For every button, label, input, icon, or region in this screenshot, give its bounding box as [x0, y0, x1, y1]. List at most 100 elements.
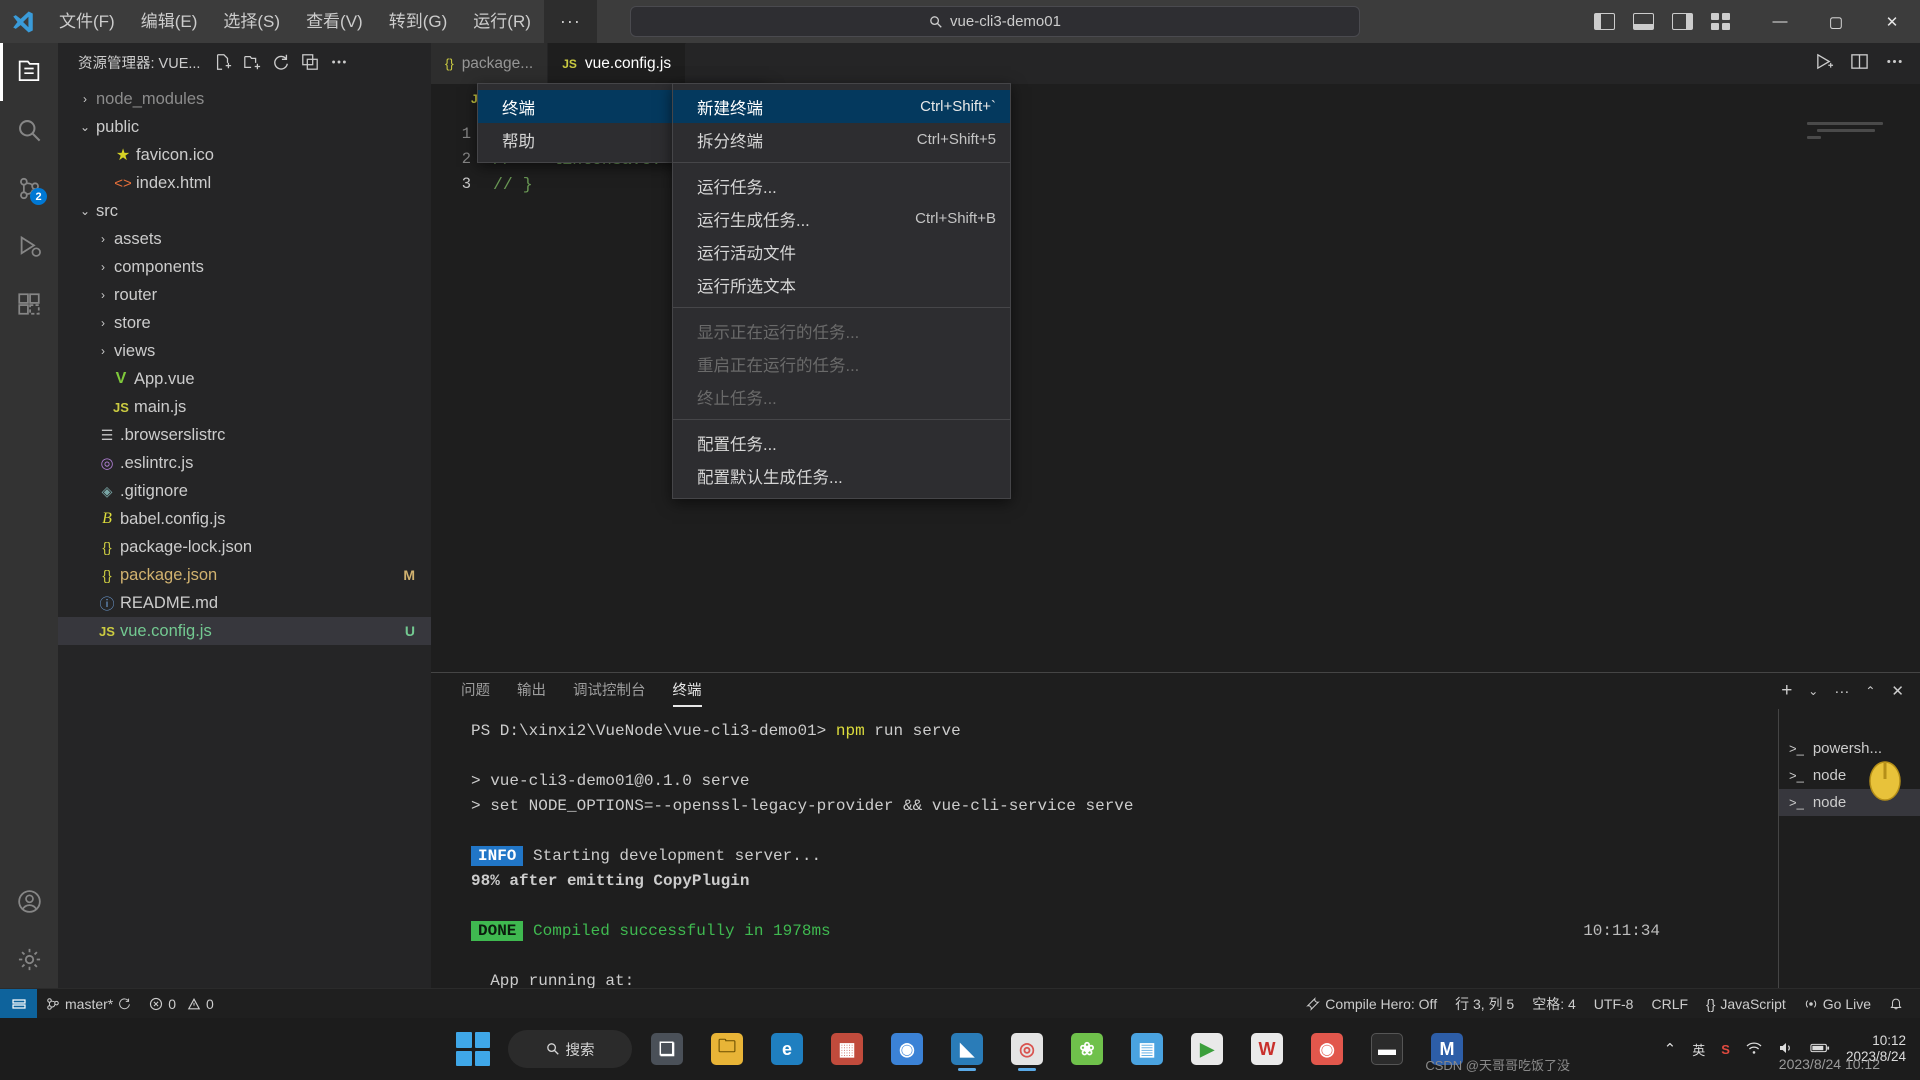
menu-run[interactable]: 运行(R) — [460, 0, 544, 43]
menu-more[interactable]: ··· — [543, 0, 597, 43]
chevron-down-icon[interactable]: ⌄ — [1808, 684, 1818, 698]
taskbar-app-wps[interactable]: W — [1242, 1025, 1292, 1073]
panel-tabs[interactable]: 问题 输出 调试控制台 终端 + ⌄ ··· ⌃ ✕ — [431, 673, 1920, 709]
activity-explorer-icon[interactable] — [0, 43, 58, 101]
chevron-right-icon[interactable]: › — [92, 288, 114, 302]
tree-item-app-vue[interactable]: V App.vue — [58, 365, 431, 393]
windows-start-icon[interactable] — [448, 1025, 498, 1073]
taskbar-center[interactable]: 搜索 ❏ 🗀 e ▦ ◉ ◣ ◎ ❀ ▤ ▶ W ◉ ▬ M — [0, 1025, 1920, 1073]
toggle-secondary-sidebar-icon[interactable] — [1672, 13, 1693, 30]
tree-item-main-js[interactable]: JS main.js — [58, 393, 431, 421]
tree-item-package-lock[interactable]: {} package-lock.json — [58, 533, 431, 561]
new-file-icon[interactable] — [210, 49, 236, 75]
taskbar-app-terminal[interactable]: ▬ — [1362, 1025, 1412, 1073]
taskbar-app-chrome-beta[interactable]: ◉ — [882, 1025, 932, 1073]
status-go-live[interactable]: Go Live — [1795, 989, 1880, 1019]
new-folder-icon[interactable] — [239, 49, 265, 75]
ime-icon[interactable]: 英 — [1692, 1040, 1705, 1059]
tree-item-public[interactable]: ⌄ public — [58, 113, 431, 141]
tab-package-json[interactable]: {} package... — [431, 43, 549, 84]
tree-item-components[interactable]: › components — [58, 253, 431, 281]
app-tray-icon[interactable]: S — [1721, 1042, 1730, 1057]
tree-item-gitignore[interactable]: ◈ .gitignore — [58, 477, 431, 505]
battery-icon[interactable] — [1810, 1042, 1830, 1057]
tree-item-assets[interactable]: › assets — [58, 225, 431, 253]
tree-item-vue-config[interactable]: JS vue.config.js U — [58, 617, 431, 645]
tree-item-index-html[interactable]: <> index.html — [58, 169, 431, 197]
chevron-right-icon[interactable]: › — [92, 316, 114, 330]
volume-icon[interactable] — [1778, 1041, 1794, 1058]
file-tree[interactable]: › node_modules ⌄ public ★ favicon.ico <>… — [58, 81, 431, 988]
menu-file[interactable]: 文件(F) — [46, 0, 128, 43]
more-actions-icon[interactable] — [1885, 52, 1904, 76]
tree-item-node_modules[interactable]: › node_modules — [58, 85, 431, 113]
taskbar-app-store[interactable]: ▦ — [822, 1025, 872, 1073]
status-cursor-position[interactable]: 行 3, 列 5 — [1446, 989, 1523, 1019]
terminal-tabs-list[interactable]: >_ powersh... >_ node >_ node — [1778, 709, 1920, 988]
menu-goto[interactable]: 转到(G) — [376, 0, 461, 43]
chevron-down-icon[interactable]: ⌄ — [74, 204, 96, 218]
add-terminal-icon[interactable]: + — [1781, 680, 1792, 702]
collapse-all-icon[interactable] — [297, 49, 323, 75]
network-icon[interactable] — [1746, 1041, 1762, 1058]
tree-item-browserslistrc[interactable]: ☰ .browserslistrc — [58, 421, 431, 449]
menu-item-run-active-file[interactable]: 运行活动文件 — [673, 235, 1010, 268]
command-center-search[interactable]: vue-cli3-demo01 — [630, 6, 1360, 37]
refresh-icon[interactable] — [268, 49, 294, 75]
taskbar-app-vscode[interactable]: ◣ — [942, 1025, 992, 1073]
terminal-submenu-popup[interactable]: 新建终端 Ctrl+Shift+` 拆分终端 Ctrl+Shift+5 运行任务… — [672, 83, 1011, 499]
status-encoding[interactable]: UTF-8 — [1585, 989, 1643, 1019]
tree-item-package-json[interactable]: {} package.json M — [58, 561, 431, 589]
split-editor-icon[interactable] — [1850, 52, 1869, 76]
chevron-down-icon[interactable]: ⌄ — [74, 120, 96, 134]
menu-edit[interactable]: 编辑(E) — [128, 0, 211, 43]
tree-item-src[interactable]: ⌄ src — [58, 197, 431, 225]
menu-item-run-build-task[interactable]: 运行生成任务... Ctrl+Shift+B — [673, 202, 1010, 235]
tab-problems[interactable]: 问题 — [461, 679, 490, 704]
account-icon[interactable] — [0, 872, 58, 930]
layout-toggles[interactable] — [1594, 13, 1730, 30]
taskbar-app-orange[interactable]: ◉ — [1302, 1025, 1352, 1073]
status-language-mode[interactable]: {} JavaScript — [1697, 989, 1795, 1019]
tab-vue-config-js[interactable]: JS vue.config.js — [548, 43, 687, 84]
toggle-panel-icon[interactable] — [1633, 13, 1654, 30]
activity-run-debug-icon[interactable] — [0, 217, 58, 275]
customize-layout-icon[interactable] — [1711, 13, 1730, 30]
panel-actions[interactable]: + ⌄ ··· ⌃ ✕ — [1781, 680, 1920, 702]
explorer-actions[interactable] — [210, 49, 352, 75]
taskbar-app-wechat-dev[interactable]: ❀ — [1062, 1025, 1112, 1073]
taskbar-app-edge[interactable]: e — [762, 1025, 812, 1073]
window-maximize-button[interactable]: ▢ — [1808, 0, 1864, 43]
tree-item-eslintrc[interactable]: ◎ .eslintrc.js — [58, 449, 431, 477]
tree-item-router[interactable]: › router — [58, 281, 431, 309]
chevron-right-icon[interactable]: › — [92, 232, 114, 246]
menu-bar[interactable]: 文件(F) 编辑(E) 选择(S) 查看(V) 转到(G) 运行(R) ··· — [46, 0, 597, 43]
taskbar-search[interactable]: 搜索 — [508, 1030, 632, 1068]
chevron-right-icon[interactable]: › — [92, 260, 114, 274]
status-branch[interactable]: master* — [37, 989, 140, 1019]
tree-item-store[interactable]: › store — [58, 309, 431, 337]
tab-terminal[interactable]: 终端 — [672, 679, 702, 707]
editor-tab-actions[interactable] — [1799, 43, 1920, 84]
tree-item-views[interactable]: › views — [58, 337, 431, 365]
tree-item-readme[interactable]: ⓘ README.md — [58, 589, 431, 617]
tree-item-babel-config[interactable]: B babel.config.js — [58, 505, 431, 533]
status-compile-hero[interactable]: Compile Hero: Off — [1297, 989, 1446, 1019]
activity-search-icon[interactable] — [0, 101, 58, 159]
taskbar-app-notepad[interactable]: ▤ — [1122, 1025, 1172, 1073]
menu-item-run-selected-text[interactable]: 运行所选文本 — [673, 268, 1010, 301]
remote-window-icon[interactable] — [0, 988, 37, 1019]
menu-item-new-terminal[interactable]: 新建终端 Ctrl+Shift+` — [673, 90, 1010, 123]
tree-item-favicon[interactable]: ★ favicon.ico — [58, 141, 431, 169]
status-eol[interactable]: CRLF — [1642, 989, 1697, 1019]
taskbar-app-chrome[interactable]: ◎ — [1002, 1025, 1052, 1073]
tab-debug-console[interactable]: 调试控制台 — [573, 679, 646, 704]
status-notifications[interactable] — [1880, 989, 1912, 1019]
chevron-right-icon[interactable]: › — [74, 92, 96, 106]
window-minimize-button[interactable]: — — [1752, 0, 1808, 43]
activity-source-control-icon[interactable]: 2 — [0, 159, 58, 217]
taskbar-app-task-view[interactable]: ❏ — [642, 1025, 692, 1073]
toggle-primary-sidebar-icon[interactable] — [1594, 13, 1615, 30]
status-indentation[interactable]: 空格: 4 — [1523, 989, 1585, 1019]
status-problems[interactable]: 0 0 — [140, 989, 223, 1019]
